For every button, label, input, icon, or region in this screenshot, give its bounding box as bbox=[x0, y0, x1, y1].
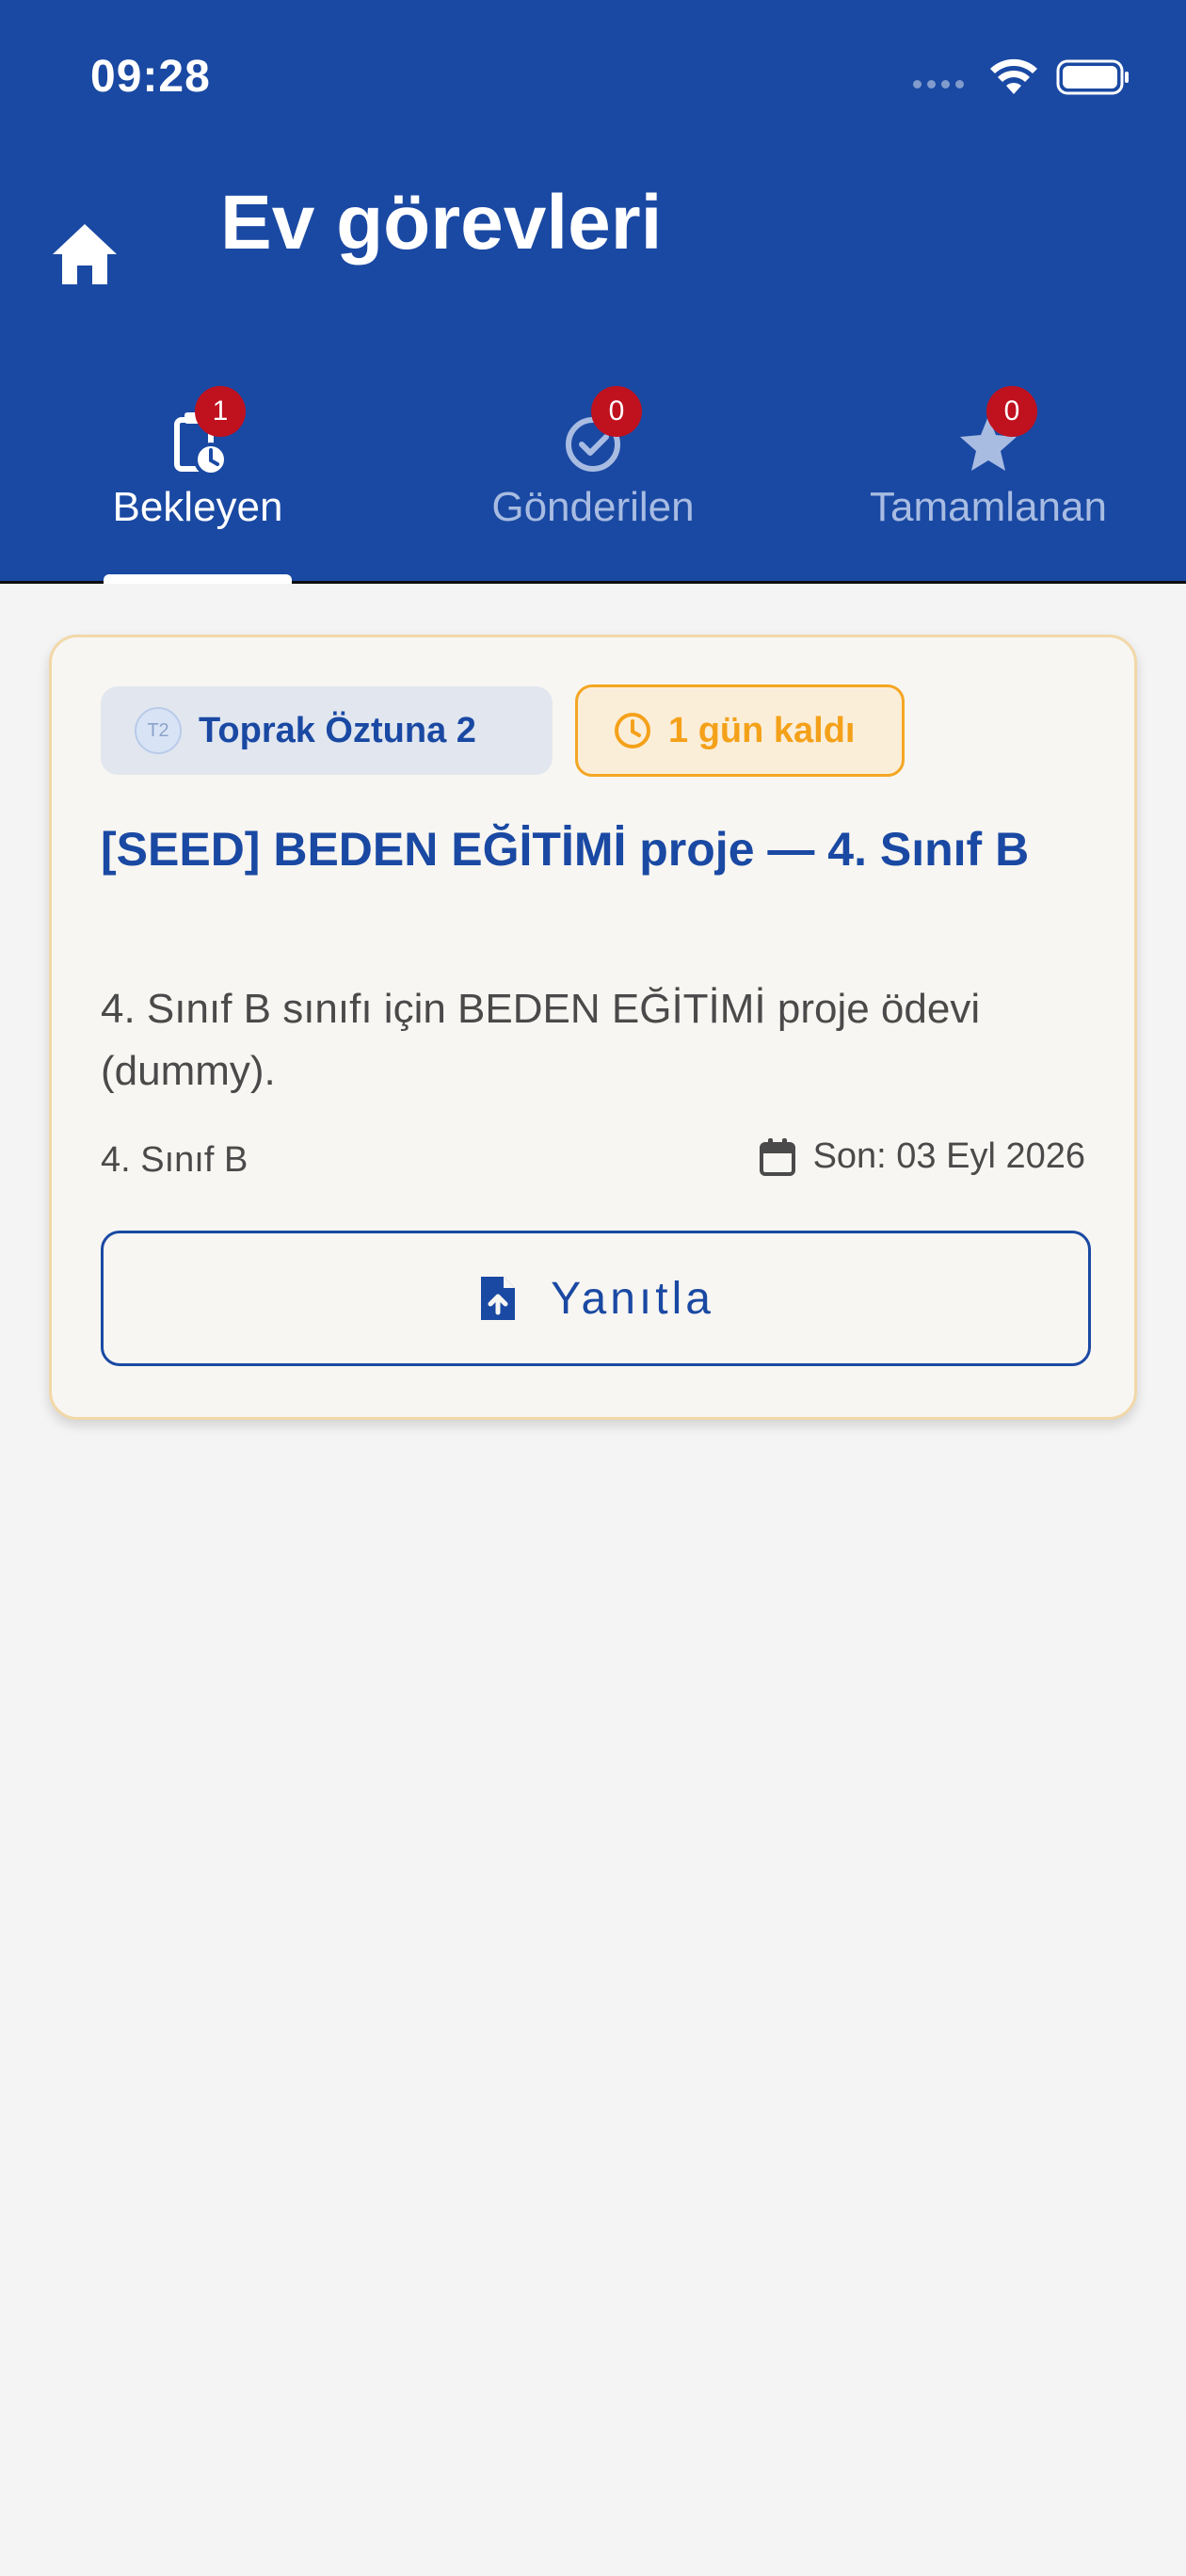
teacher-name: Toprak Öztuna 2 bbox=[199, 710, 476, 750]
page-title: Ev görevleri bbox=[220, 180, 663, 266]
battery-icon bbox=[1056, 59, 1129, 95]
task-title: [SEED] BEDEN EĞİTİMİ proje — 4. Sınıf B bbox=[101, 823, 1030, 876]
tab-label: Gönderilen bbox=[491, 484, 695, 530]
app-bar: 09:28 Ev görevleri 1 Bekleyen 0 Gönderil… bbox=[0, 0, 1186, 584]
tab-bar: 1 Bekleyen 0 Gönderilen 0 Tamamlanan bbox=[0, 386, 1186, 584]
due-date-label: Son: 03 Eyl 2026 bbox=[812, 1136, 1085, 1176]
task-card[interactable]: T2 Toprak Öztuna 2 1 gün kaldı [SEED] BE… bbox=[49, 635, 1137, 1420]
deadline-label: 1 gün kaldı bbox=[668, 710, 856, 750]
task-description: 4. Sınıf B sınıfı için BEDEN EĞİTİMİ pro… bbox=[101, 986, 981, 1094]
calendar-icon bbox=[759, 1137, 795, 1176]
reply-label: Yanıtla bbox=[551, 1273, 714, 1324]
file-upload-icon bbox=[481, 1277, 516, 1320]
teacher-chip: T2 Toprak Öztuna 2 bbox=[101, 686, 553, 775]
deadline-chip: 1 gün kaldı bbox=[575, 684, 905, 777]
wifi-icon bbox=[990, 58, 1037, 94]
tab-badge: 1 bbox=[195, 386, 246, 437]
home-icon[interactable] bbox=[47, 217, 122, 292]
avatar: T2 bbox=[135, 707, 182, 754]
active-tab-indicator bbox=[104, 574, 292, 584]
tab-bekleyen[interactable]: 1 Bekleyen bbox=[0, 386, 395, 584]
tab-badge: 0 bbox=[986, 386, 1037, 437]
status-time: 09:28 bbox=[90, 52, 211, 102]
tab-badge: 0 bbox=[591, 386, 642, 437]
reply-button[interactable]: Yanıtla bbox=[101, 1231, 1091, 1366]
class-name: 4. Sınıf B bbox=[101, 1140, 248, 1180]
due-date: Son: 03 Eyl 2026 bbox=[759, 1136, 1085, 1177]
tab-label: Bekleyen bbox=[112, 484, 283, 530]
clock-icon bbox=[615, 713, 650, 749]
tab-tamamlanan[interactable]: 0 Tamamlanan bbox=[791, 386, 1186, 584]
tab-label: Tamamlanan bbox=[870, 484, 1107, 530]
tab-gonderilen[interactable]: 0 Gönderilen bbox=[395, 386, 791, 584]
status-icons bbox=[913, 56, 1131, 98]
signal-icon bbox=[913, 79, 964, 89]
